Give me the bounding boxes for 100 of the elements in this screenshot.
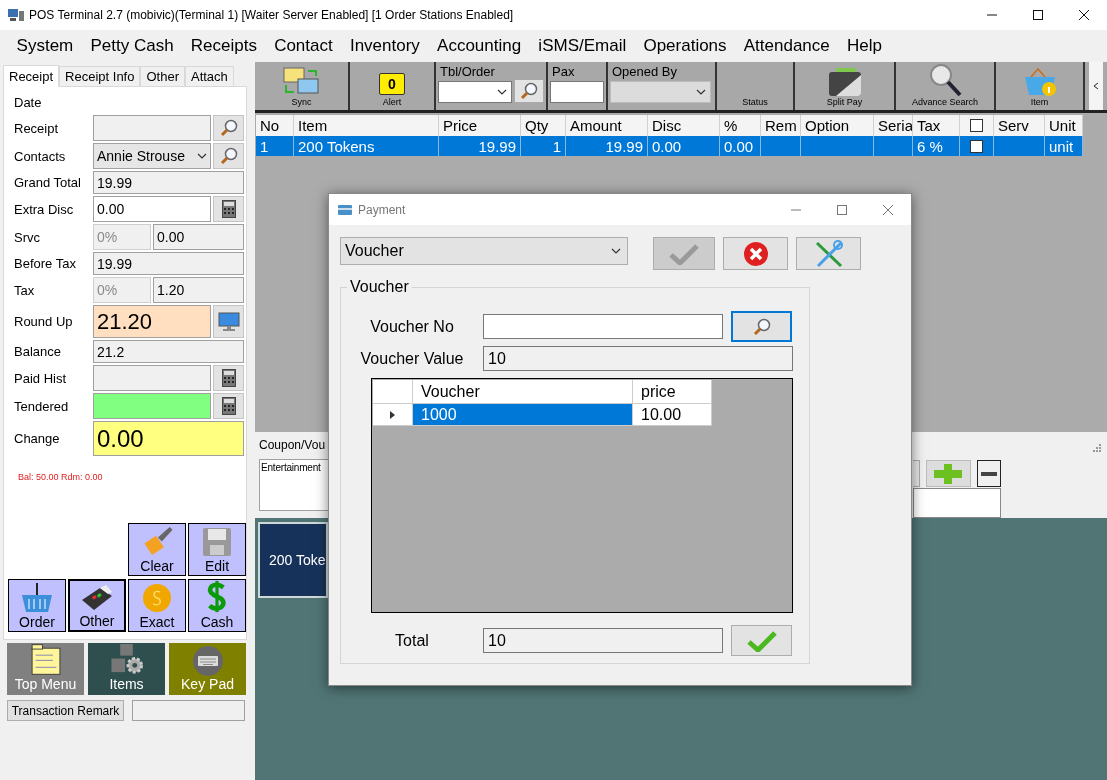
boxes-gear-icon <box>109 643 144 676</box>
checkbox[interactable] <box>970 139 983 153</box>
menu-item[interactable]: Accounting <box>428 36 530 56</box>
input-field[interactable] <box>550 81 604 103</box>
icon-button[interactable] <box>213 196 244 222</box>
payment-button[interactable]: Clear <box>128 523 186 576</box>
search-icon <box>219 147 238 165</box>
item-tile[interactable]: 200 Toke <box>258 522 328 598</box>
menu-item[interactable]: Contact <box>265 36 342 56</box>
alert-count: 0 <box>379 73 405 95</box>
tools-button[interactable] <box>796 237 861 270</box>
dropdown-field[interactable]: Annie Strouse <box>93 143 211 169</box>
remove-button[interactable] <box>976 460 1001 487</box>
dropdown-field[interactable] <box>438 81 512 103</box>
menu-item[interactable]: Help <box>838 36 891 56</box>
input-field[interactable] <box>93 115 211 141</box>
window-title: POS Terminal 2.7 (mobivic)(Terminal 1) [Waiter Server Enabled] [1 Order Stations Enabled] <box>29 8 515 22</box>
input-field[interactable] <box>93 365 211 391</box>
field-label: Date <box>14 94 43 110</box>
payment-button[interactable]: Edit <box>188 523 246 576</box>
sync-computers-icon <box>281 67 322 97</box>
table-header-cell <box>373 380 413 404</box>
input-field[interactable]: 10 <box>483 346 793 371</box>
tab[interactable]: Receipt Info <box>59 66 141 86</box>
calculator-icon <box>221 369 236 387</box>
close-icon <box>1078 9 1090 21</box>
table-cell: 6 % <box>913 136 960 156</box>
input-field[interactable]: 19.99 <box>93 252 244 275</box>
checkbox[interactable] <box>970 119 983 132</box>
icon-button[interactable] <box>213 365 244 391</box>
field-label: Before Tax <box>14 256 77 271</box>
column-header[interactable]: Voucher <box>413 380 633 404</box>
dropdown-value: Annie Strouse <box>97 148 185 164</box>
input-field[interactable]: 0.00 <box>93 421 244 456</box>
plus-icon <box>933 462 964 485</box>
search-icon <box>219 119 238 137</box>
cancel-icon <box>742 240 769 267</box>
close-icon <box>882 203 894 216</box>
text-area[interactable]: Entertainment <box>259 459 331 511</box>
field-label: Total <box>394 631 430 650</box>
dropdown-field[interactable] <box>913 460 920 487</box>
icon-button[interactable] <box>213 393 244 419</box>
table-cell[interactable]: 10.00 <box>633 404 712 426</box>
table-row[interactable]: 1 200 Tokens 19.99 1 19.99 0.00 0.00 6 % unit <box>256 136 1083 156</box>
menu-item[interactable]: Receipts <box>182 36 266 56</box>
input-field[interactable] <box>93 393 211 419</box>
table-cell: 1 <box>521 136 566 156</box>
input-field[interactable]: 10 <box>483 628 723 653</box>
search-button[interactable] <box>514 79 544 103</box>
input-field[interactable]: 0.00 <box>153 224 244 250</box>
payment-method-dropdown[interactable]: Voucher <box>340 237 628 265</box>
menu-item[interactable]: System <box>8 36 82 56</box>
resize-grip-icon <box>1093 444 1101 452</box>
menu-item[interactable]: Attendance <box>735 36 839 56</box>
payment-button[interactable]: Exact <box>128 579 186 632</box>
search-button[interactable] <box>731 311 792 342</box>
menu-item[interactable]: iSMS/Email <box>529 36 635 56</box>
tools-icon <box>813 239 844 268</box>
chevron-down-icon <box>197 153 207 159</box>
input-field[interactable]: 1.20 <box>153 277 244 303</box>
input-field[interactable]: 19.99 <box>93 171 244 194</box>
table-cell: unit <box>1045 136 1083 156</box>
field-label: Change <box>14 431 61 446</box>
input-field[interactable]: 21.2 <box>93 340 244 363</box>
check-icon <box>669 242 699 265</box>
tab[interactable]: Attach <box>184 66 234 86</box>
row-pointer-icon <box>390 410 395 419</box>
tab[interactable]: Receipt <box>3 65 60 87</box>
payment-button[interactable]: Other <box>68 579 126 632</box>
cancel-button[interactable] <box>723 237 788 270</box>
table-cell[interactable]: 1000 <box>413 404 633 426</box>
shortcut-tile[interactable]: Key Pad <box>169 643 246 695</box>
field-label: Tendered <box>14 398 70 414</box>
remark-button[interactable]: Transaction Remark <box>7 700 124 721</box>
basket-info-icon <box>1022 67 1057 97</box>
menu-item[interactable]: Petty Cash <box>81 36 183 56</box>
row-header-cell[interactable] <box>373 404 413 426</box>
magnifier-icon <box>928 63 962 97</box>
shortcut-tile[interactable]: Items <box>88 643 165 695</box>
menu-item[interactable]: Operations <box>634 36 736 56</box>
maximize-icon <box>836 203 848 216</box>
field-label: Pax <box>552 64 576 79</box>
basket-icon <box>20 581 54 613</box>
field-label: Tbl/Order <box>440 64 496 79</box>
remark-field[interactable] <box>132 700 245 721</box>
input-field[interactable]: 0.00 <box>93 196 211 222</box>
column-header[interactable]: price <box>633 380 712 404</box>
table-cell: 19.99 <box>439 136 521 156</box>
input-field[interactable]: 21.20 <box>93 305 211 338</box>
input-field[interactable] <box>483 314 723 339</box>
table-cell: 19.99 <box>566 136 648 156</box>
tab[interactable]: Other <box>140 66 185 86</box>
search-icon <box>752 317 771 336</box>
payment-button[interactable]: Cash <box>188 579 246 632</box>
payment-button[interactable]: Order <box>8 579 66 632</box>
field-label: Grand Total <box>14 175 82 190</box>
shortcut-tile[interactable]: Top Menu <box>7 643 84 695</box>
input-field[interactable] <box>913 488 1001 518</box>
field-label: Coupon/Vou <box>259 438 327 452</box>
menu-item[interactable]: Inventory <box>341 36 429 56</box>
